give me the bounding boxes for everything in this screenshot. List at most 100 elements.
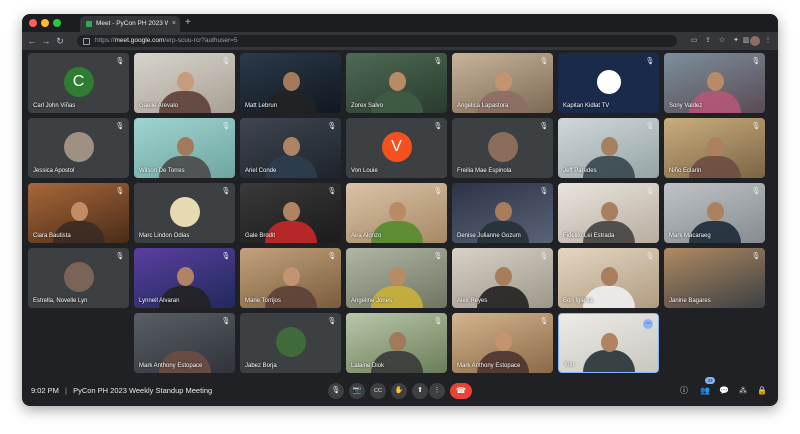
tab-meet[interactable]: Meet - PyCon PH 2023 W ×	[80, 16, 180, 32]
participant-tile[interactable]: 🎙 Marie Torrijos	[240, 248, 341, 308]
participant-name: Janine Bagares	[669, 298, 711, 304]
participant-name: Niño Eclarin	[669, 168, 702, 174]
self-view-tile[interactable]: ⋯ You	[558, 313, 659, 373]
participant-name: Angeline Jones	[351, 298, 393, 304]
participant-tile[interactable]: 🎙 Marc Lindon Odias	[134, 183, 235, 243]
participant-avatar: V	[381, 132, 412, 162]
participant-name: Mark Anthony Estopace	[139, 363, 203, 369]
participant-name: Kapitan Kidlat TV	[563, 103, 610, 109]
mic-toggle-button[interactable]: 🎙	[328, 383, 344, 399]
participant-tile[interactable]: 🎙 Fidelito Lei Estrada	[558, 183, 659, 243]
participant-name: Ciara Bautista	[33, 233, 71, 239]
browser-toolbar: ← → ↻ https://meet.google.com/erp-scuu-r…	[22, 32, 778, 50]
participant-tile[interactable]: 🎙 Lynnell Alvaran	[134, 248, 235, 308]
participant-tile[interactable]: 🎙 Kapitan Kidlat TV	[558, 53, 659, 113]
browser-menu-icon[interactable]: ⋮	[762, 35, 774, 47]
more-options-icon[interactable]: ⋯	[643, 319, 653, 329]
camera-toggle-button[interactable]: 📷	[349, 383, 365, 399]
profile-avatar[interactable]	[750, 36, 760, 46]
participant-video	[52, 221, 105, 243]
participant-tile[interactable]: 🎙 Gale Brodit	[240, 183, 341, 243]
mic-off-icon: 🎙	[645, 188, 655, 195]
browser-window: Meet - PyCon PH 2023 W × + ← → ↻ https:/…	[22, 14, 778, 406]
participant-tile[interactable]: 🎙 Jabez Borja	[240, 313, 341, 373]
participant-tile[interactable]: 🎙 Jeff Paredes	[558, 118, 659, 178]
participant-name: Gaelle Arevalo	[139, 103, 179, 109]
more-options-button[interactable]: ⋮	[429, 383, 445, 399]
participant-tile[interactable]: 🎙 Ariel Conde	[240, 118, 341, 178]
forward-icon[interactable]: →	[40, 32, 52, 50]
participant-tile[interactable]: C 🎙 Carl John Viñas	[28, 53, 129, 113]
close-window-button[interactable]	[29, 19, 37, 27]
new-tab-button[interactable]: +	[185, 16, 191, 30]
back-icon[interactable]: ←	[26, 32, 38, 50]
address-bar[interactable]: https://meet.google.com/erp-scuu-rcr?aut…	[77, 35, 677, 47]
participant-count-badge: 33	[705, 377, 715, 384]
participant-video	[370, 221, 423, 243]
reload-icon[interactable]: ↻	[54, 32, 66, 50]
minimize-window-button[interactable]	[41, 19, 49, 27]
participant-tile[interactable]: 🎙 Jessica Apostol	[28, 118, 129, 178]
maximize-window-button[interactable]	[53, 19, 61, 27]
participant-tile[interactable]: 🎙 Ciara Bautista	[28, 183, 129, 243]
participant-tile[interactable]: Matt Lebrun	[240, 53, 341, 113]
participant-tile[interactable]: 🎙 Zorex Salvo	[346, 53, 447, 113]
mic-off-icon: 🎙	[115, 253, 125, 260]
mic-off-icon: 🎙	[751, 253, 761, 260]
participant-tile[interactable]: 🎙 Freilia Mae Espinola	[452, 118, 553, 178]
tab-close-icon[interactable]: ×	[172, 16, 176, 32]
participant-avatar	[63, 132, 94, 162]
participant-avatar	[169, 197, 200, 227]
mic-off-icon: 🎙	[433, 318, 443, 325]
participant-video	[476, 91, 529, 113]
people-icon[interactable]: 👥	[698, 383, 712, 399]
participant-tile[interactable]: 🎙 Estrella, Novelle Lyn	[28, 248, 129, 308]
mic-off-icon: 🎙	[433, 123, 443, 130]
mic-off-icon: 🎙	[327, 123, 337, 130]
participant-tile[interactable]: 🎙 Bon Iglesia	[558, 248, 659, 308]
captions-button[interactable]: CC	[370, 383, 386, 399]
participant-tile[interactable]: 🎙 Angeline Jones	[346, 248, 447, 308]
participant-name: Jeff Paredes	[563, 168, 597, 174]
participant-tile[interactable]: V 🎙 Von Louie	[346, 118, 447, 178]
chat-icon[interactable]: 💬	[717, 383, 731, 399]
participant-video	[370, 286, 423, 308]
participant-avatar	[63, 262, 94, 292]
participant-name: Angelica Lapastora	[457, 103, 509, 109]
participant-name: Fidelito Lei Estrada	[563, 233, 615, 239]
participant-tile[interactable]: 🎙 Janine Bagares	[664, 248, 765, 308]
participant-video	[264, 156, 317, 178]
participant-tile[interactable]: 🎙 Mark Anthony Estopace	[452, 313, 553, 373]
obs-logo-icon	[593, 67, 624, 97]
mic-off-icon: 🎙	[645, 253, 655, 260]
mic-off-icon: 🎙	[115, 188, 125, 195]
leave-call-button[interactable]: ☎	[450, 383, 472, 399]
mic-off-icon: 🎙	[433, 253, 443, 260]
participant-tile[interactable]: 🎙 Denise Julianne Gozum	[452, 183, 553, 243]
participant-tile[interactable]: 🎙 Niño Eclarin	[664, 118, 765, 178]
meet-favicon-icon	[86, 21, 92, 27]
participant-tile[interactable]: 🎙 Alex Reyes	[452, 248, 553, 308]
bookmark-star-icon[interactable]: ☆	[716, 35, 728, 47]
camera-permission-icon[interactable]: ▭	[688, 35, 700, 47]
activities-icon[interactable]: ⁂	[736, 383, 750, 399]
mic-off-icon: 🎙	[221, 253, 231, 260]
participant-avatar	[275, 327, 306, 357]
mic-off-icon: 🎙	[751, 123, 761, 130]
participant-video	[370, 351, 423, 373]
participant-tile[interactable]: 🎙 Mark Macaraeg	[664, 183, 765, 243]
participant-tile[interactable]: 🎙 Sony Valdez	[664, 53, 765, 113]
participant-tile[interactable]: 🎙 Lalaine Diok	[346, 313, 447, 373]
participant-grid: C 🎙 Carl John Viñas 🎙 Gaelle Arevalo Mat…	[22, 50, 778, 373]
participant-tile[interactable]: 🎙 Mark Anthony Estopace	[134, 313, 235, 373]
meeting-details-icon[interactable]: ⓘ	[677, 383, 691, 399]
raise-hand-button[interactable]: ✋	[391, 383, 407, 399]
share-icon[interactable]: ⇪	[702, 35, 714, 47]
participant-tile[interactable]: 🎙 Wilson De Torres	[134, 118, 235, 178]
participant-tile[interactable]: 🎙 Gaelle Arevalo	[134, 53, 235, 113]
participant-tile[interactable]: 🎙 Angelica Lapastora	[452, 53, 553, 113]
present-screen-button[interactable]: ⬆	[412, 383, 428, 399]
participant-tile[interactable]: 🎙 Aira Alonzo	[346, 183, 447, 243]
participant-name: Bon Iglesia	[563, 298, 593, 304]
host-controls-icon[interactable]: 🔒	[755, 383, 769, 399]
